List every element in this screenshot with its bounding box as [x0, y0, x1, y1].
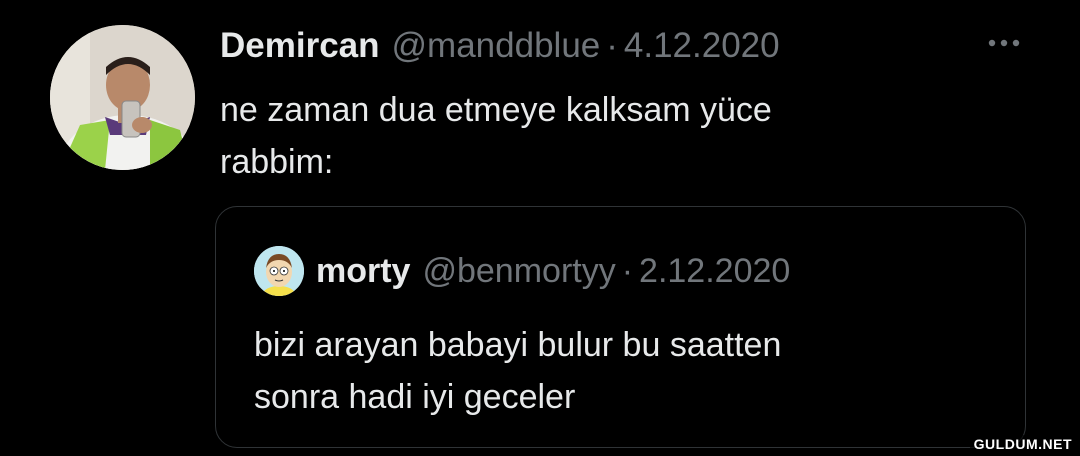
quoted-header-separator: · [621, 251, 634, 290]
quoted-author-avatar[interactable] [254, 246, 304, 296]
quoted-tweet-text: bizi arayan babayi bulur bu saatten sonr… [254, 326, 782, 416]
quoted-author-handle[interactable]: @benmortyy [422, 252, 615, 291]
tweet[interactable]: Demircan @manddblue · 4.12.2020 ne zaman… [0, 0, 1080, 456]
tweet-header: Demircan @manddblue · 4.12.2020 [220, 22, 780, 70]
more-horizontal-icon [988, 39, 1020, 47]
tweet-text: ne zaman dua etmeye kalksam yüce rabbim: [220, 91, 772, 181]
author-handle[interactable]: @manddblue [392, 22, 601, 70]
quoted-author-name[interactable]: morty [316, 252, 410, 291]
author-avatar-image [50, 25, 195, 170]
tweet-date[interactable]: 4.12.2020 [624, 22, 780, 70]
quoted-tweet-header: morty @benmortyy · 2.12.2020 [316, 246, 790, 296]
more-options-button[interactable] [982, 28, 1026, 58]
author-name[interactable]: Demircan [220, 22, 380, 70]
watermark: GULDUM.NET [969, 435, 1076, 453]
quoted-tweet[interactable]: morty @benmortyy · 2.12.2020 bizi arayan… [215, 206, 1026, 448]
author-avatar[interactable] [50, 25, 195, 170]
header-separator: · [606, 26, 618, 65]
quoted-tweet-date[interactable]: 2.12.2020 [639, 252, 790, 291]
quoted-author-avatar-image [254, 246, 304, 296]
